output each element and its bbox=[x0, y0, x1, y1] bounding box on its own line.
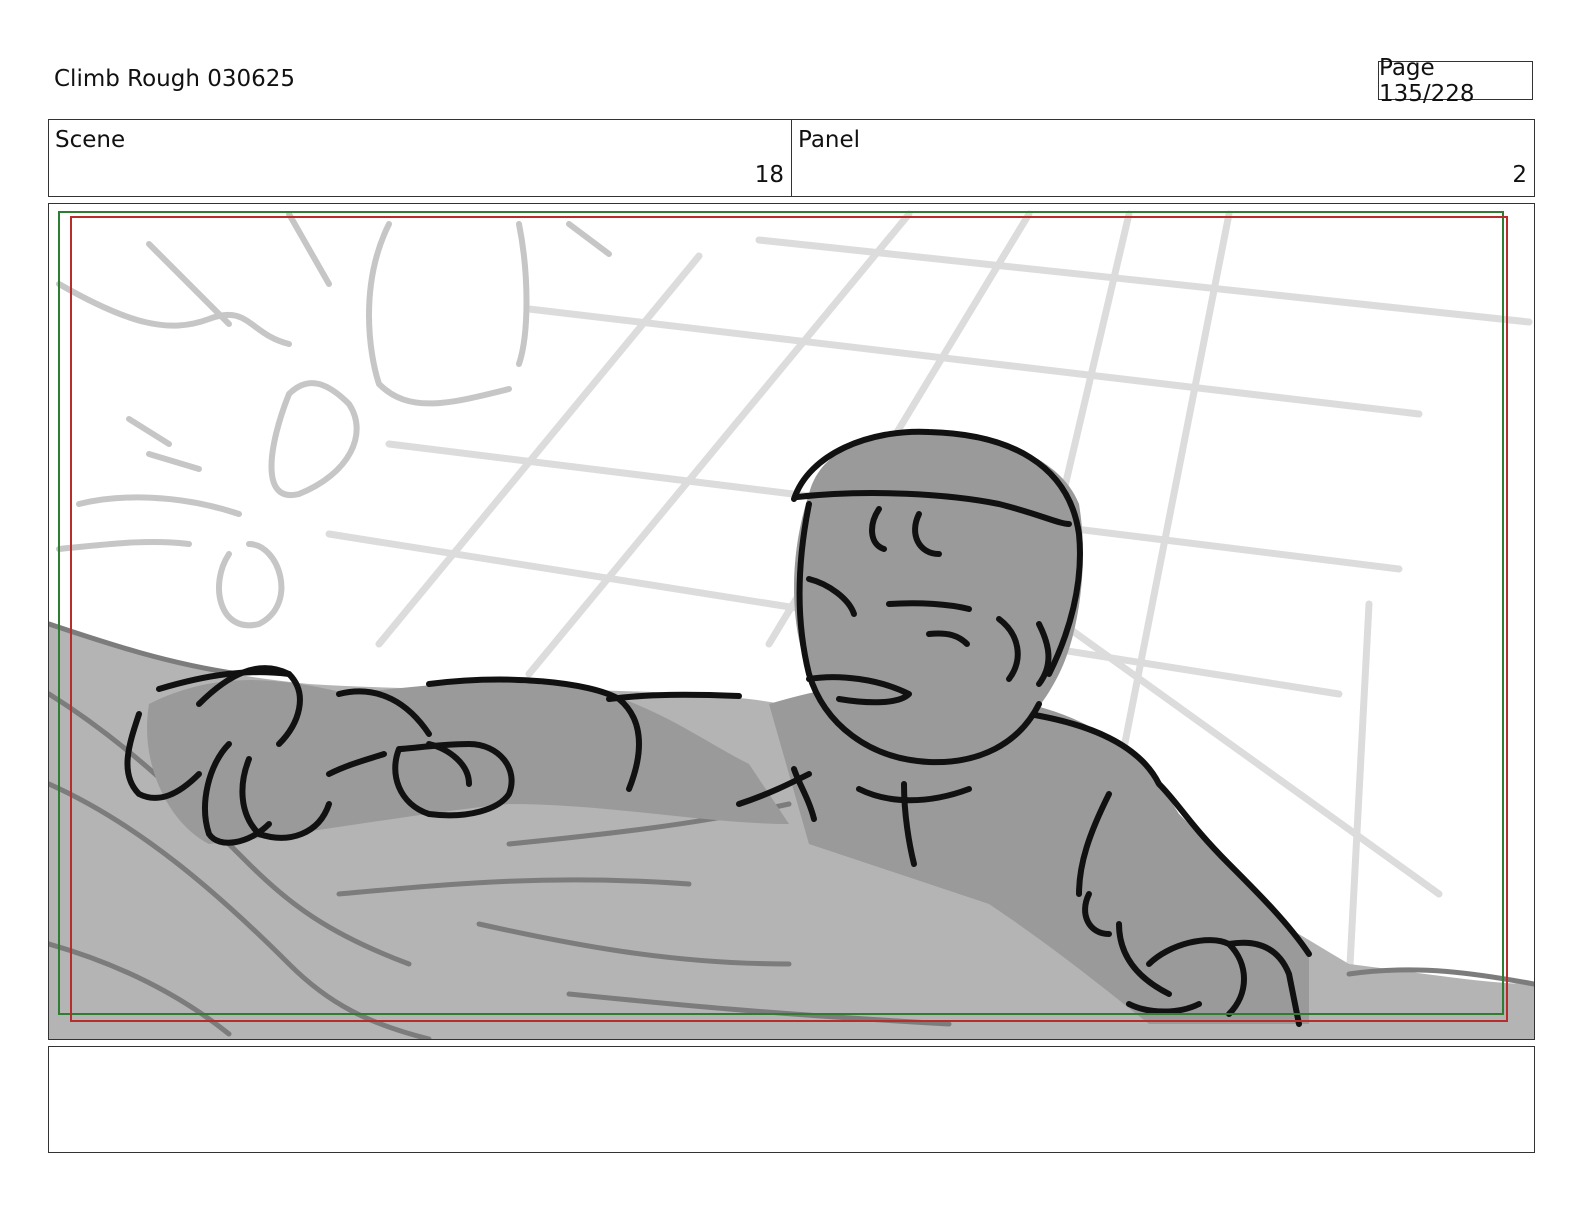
scene-panel-header: Scene 18 Panel 2 bbox=[48, 119, 1535, 197]
storyboard-panel bbox=[48, 203, 1535, 1040]
panel-label: Panel bbox=[798, 127, 861, 153]
scene-number: 18 bbox=[754, 162, 784, 188]
panel-number: 2 bbox=[1512, 162, 1527, 188]
page-indicator: Page 135/228 bbox=[1378, 55, 1533, 107]
panel-notes-box bbox=[48, 1046, 1535, 1153]
scene-label: Scene bbox=[55, 127, 126, 153]
panel-cell: Panel 2 bbox=[791, 120, 1534, 196]
document-title: Climb Rough 030625 bbox=[54, 66, 296, 92]
panel-artwork bbox=[49, 210, 1534, 1039]
scene-cell: Scene 18 bbox=[49, 120, 791, 196]
